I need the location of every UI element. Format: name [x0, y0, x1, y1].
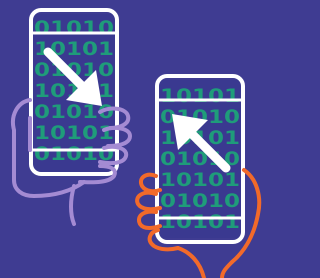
- right-binary-text: 10101010101010101010101010101010101: [160, 85, 240, 233]
- binary-row: 10101: [34, 122, 114, 144]
- binary-row: 01010: [34, 17, 114, 39]
- right-phone-screen-binary: 10101010101010101010101010101010101: [159, 80, 241, 238]
- left-binary-text: 01010101010101010101010101010101010: [34, 17, 114, 165]
- binary-row: 01010: [160, 190, 240, 212]
- phone-transfer-illustration: 01010101010101010101010101010101010 1010…: [0, 0, 274, 278]
- binary-row: 10101: [160, 85, 240, 107]
- binary-row: 10101: [160, 211, 240, 233]
- binary-row: 10101: [160, 169, 240, 191]
